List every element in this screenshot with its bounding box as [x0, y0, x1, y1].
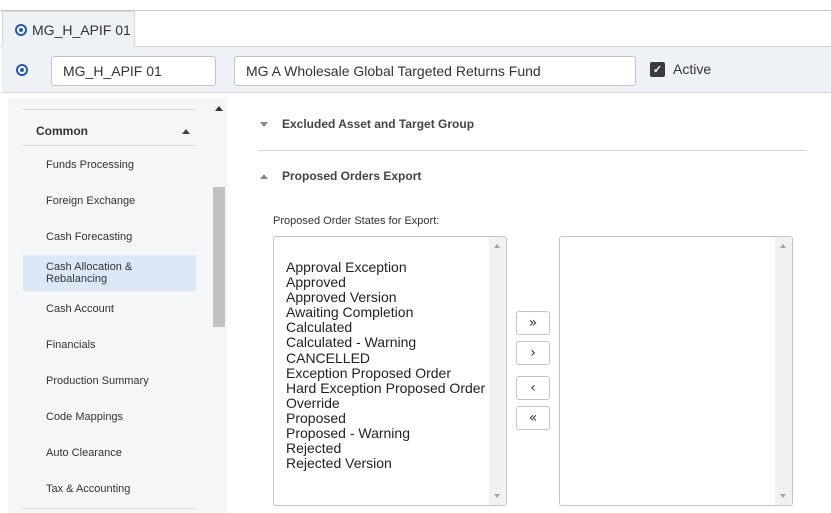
list-option[interactable]: Approved Version [286, 290, 485, 305]
caret-up-icon [182, 128, 190, 134]
sidebar-item-cash-forecasting[interactable]: Cash Forecasting [23, 219, 196, 255]
sidebar-item-tax-accounting[interactable]: Tax & Accounting [23, 471, 196, 507]
sidebar-item-funds-processing[interactable]: Funds Processing [23, 147, 196, 183]
list-option[interactable]: Awaiting Completion [286, 305, 485, 320]
sidebar-item-cash-account[interactable]: Cash Account [23, 291, 196, 327]
sidebar-item-cash-allocation-rebalancing[interactable]: Cash Allocation & Rebalancing [23, 255, 196, 291]
sidebar-item-label: Funds Processing [46, 159, 135, 171]
sidebar-item-label: Auto Clearance [46, 447, 122, 459]
list-option[interactable]: Override [286, 395, 485, 411]
section-title: Proposed Orders Export [282, 169, 422, 183]
checkmark-icon: ✓ [652, 64, 663, 76]
states-label: Proposed Order States for Export: [273, 215, 440, 227]
scroll-up-icon[interactable] [780, 244, 786, 248]
list-scrollbar[interactable] [775, 237, 792, 505]
section-title: Excluded Asset and Target Group [282, 117, 475, 131]
list-option[interactable]: Approval Exception [286, 259, 485, 275]
list-option[interactable]: Calculated - Warning [286, 335, 485, 350]
caret-down-icon [260, 121, 268, 127]
entity-header: MG_H_APIF 01 MG A Wholesale Global Targe… [2, 47, 831, 93]
list-scrollbar[interactable] [489, 237, 506, 505]
section-divider [258, 150, 807, 151]
tab-entity[interactable]: MG_H_APIF 01 [2, 11, 135, 47]
sidebar: Common Funds Processing Foreign Exchange… [8, 98, 227, 513]
scroll-up-icon[interactable] [215, 106, 223, 111]
scroll-down-icon[interactable] [494, 494, 500, 498]
move-all-left-button[interactable]: « [516, 406, 550, 430]
active-checkbox[interactable]: ✓ [650, 62, 665, 77]
sidebar-item-foreign-exchange[interactable]: Foreign Exchange [23, 183, 196, 219]
entity-code-input[interactable]: MG_H_APIF 01 [51, 56, 216, 86]
sidebar-item-financials[interactable]: Financials [23, 327, 196, 363]
sidebar-item-production-summary[interactable]: Production Summary [23, 363, 196, 399]
section-proposed-orders-export[interactable]: Proposed Orders Export [258, 166, 807, 186]
sidebar-item-label: Financials [46, 339, 96, 351]
list-option[interactable]: Rejected Version [286, 456, 485, 471]
list-option[interactable]: Calculated [286, 320, 485, 335]
sidebar-item-label: Cash Account [46, 303, 114, 315]
sidebar-item-label: Foreign Exchange [46, 195, 136, 207]
sidebar-item-label: Cash Allocation & Rebalancing [46, 261, 133, 285]
radio-selected-icon [15, 23, 27, 36]
active-label: Active [673, 61, 712, 77]
top-border [0, 0, 831, 11]
caret-up-icon [260, 173, 268, 179]
available-states-list[interactable]: Approval Exception Approved Approved Versi… [273, 236, 507, 506]
sidebar-section-common[interactable]: Common [36, 121, 196, 141]
available-states-items: Approval Exception Approved Approved Versi… [286, 259, 485, 471]
scroll-down-icon[interactable] [780, 494, 786, 498]
list-option[interactable]: Hard Exception Proposed Order [286, 380, 485, 396]
list-option[interactable]: Proposed - Warning [286, 425, 485, 441]
sidebar-item-label: Cash Forecasting [46, 231, 133, 243]
sidebar-divider [23, 145, 196, 146]
sidebar-scroll-thumb[interactable] [213, 187, 225, 327]
move-left-button[interactable]: ‹ [516, 376, 550, 400]
selected-states-list[interactable] [559, 236, 793, 506]
list-option[interactable]: Approved [286, 274, 485, 290]
tab-label: MG_H_APIF 01 [32, 21, 131, 38]
sidebar-item-label: Tax & Accounting [46, 483, 131, 495]
sidebar-divider [23, 109, 196, 110]
sidebar-section-label: Common [36, 124, 88, 138]
list-option[interactable]: Exception Proposed Order [286, 365, 485, 381]
entity-name-input[interactable]: MG A Wholesale Global Targeted Returns F… [234, 56, 636, 86]
scroll-up-icon[interactable] [494, 244, 500, 248]
move-all-right-button[interactable]: » [516, 311, 550, 335]
list-option[interactable]: Proposed [286, 410, 485, 426]
radio-selected-icon[interactable] [16, 64, 28, 76]
sidebar-item-auto-clearance[interactable]: Auto Clearance [23, 435, 196, 471]
section-excluded-asset[interactable]: Excluded Asset and Target Group [258, 114, 807, 134]
sidebar-item-label: Code Mappings [46, 411, 124, 423]
sidebar-divider [23, 508, 196, 509]
list-option[interactable]: Rejected [286, 441, 485, 456]
sidebar-item-code-mappings[interactable]: Code Mappings [23, 399, 196, 435]
list-option[interactable]: CANCELLED [286, 350, 485, 366]
move-right-button[interactable]: › [516, 341, 550, 365]
tab-bar: MG_H_APIF 01 [0, 11, 831, 47]
sidebar-item-label: Production Summary [46, 375, 149, 387]
